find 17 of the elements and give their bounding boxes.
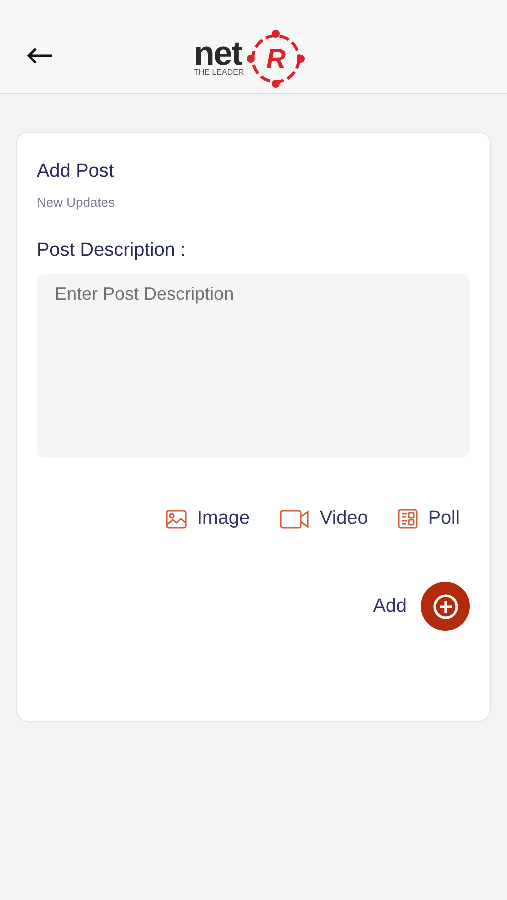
logo-tagline: THE LEADER <box>194 68 244 78</box>
logo-word: net <box>194 40 242 68</box>
card-subtitle: New Updates <box>37 195 116 210</box>
attachment-button[interactable]: Poll <box>398 508 460 530</box>
attachment-button[interactable]: Video <box>280 508 368 530</box>
description-field[interactable]: Enter Post Description <box>37 274 470 458</box>
image-icon <box>166 510 188 528</box>
plus-icon <box>432 594 458 620</box>
video-camera-icon <box>280 510 310 528</box>
card-title: Add Post <box>37 161 116 183</box>
field-label: Post Description : <box>37 240 187 262</box>
add-label: Add <box>373 596 407 618</box>
poll-icon <box>398 509 418 529</box>
attachment-button[interactable]: Image <box>166 508 250 530</box>
logo-letter: R <box>266 44 286 74</box>
add-button[interactable] <box>421 582 470 631</box>
ring-icon <box>246 29 306 89</box>
